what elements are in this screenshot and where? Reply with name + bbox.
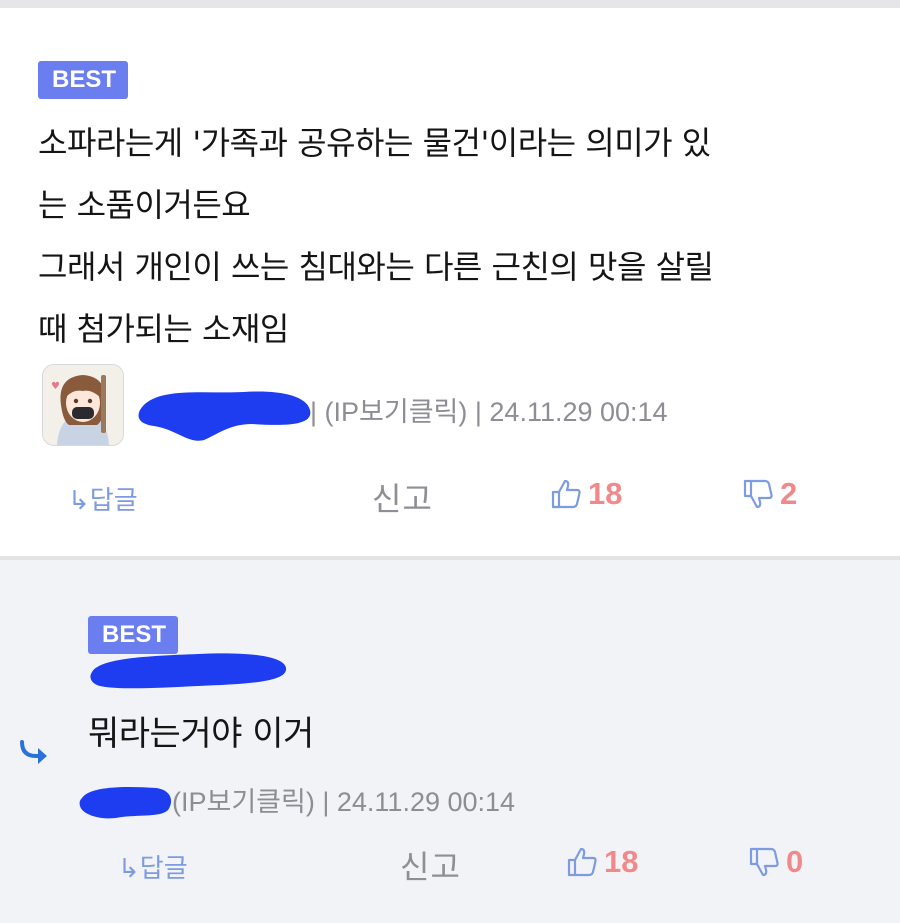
avatar[interactable]: ♥ — [42, 364, 124, 446]
dislike-count: 2 — [780, 476, 798, 511]
reply-actions: ↳답글 신고 18 0 — [0, 840, 900, 890]
like-button[interactable]: 18 — [550, 476, 622, 512]
thumbs-down-icon — [743, 479, 773, 509]
timestamp: | 24.11.29 00:14 — [474, 397, 668, 427]
comment-actions: ↳답글 신고 18 2 — [0, 474, 900, 524]
comment-line: 는 소품이거든요 — [38, 186, 251, 224]
comment-line: 소파라는게 '가족과 공유하는 물건'이라는 의미가 있 — [38, 124, 711, 162]
avatar-image: ♥ — [43, 365, 123, 445]
report-button[interactable]: 신고 — [400, 842, 461, 888]
reply-body: 뭐라는거야 이거 — [88, 714, 314, 754]
ip-view-link[interactable]: (IP보기클릭) — [172, 787, 315, 817]
redacted-username — [138, 391, 311, 441]
report-button[interactable]: 신고 — [372, 474, 433, 520]
dislike-button[interactable]: 2 — [742, 476, 797, 512]
thumbs-up-icon — [567, 847, 597, 877]
reply-meta: (IP보기클릭) | 24.11.29 00:14 — [172, 780, 515, 819]
top-divider — [0, 0, 900, 8]
thumbs-down-icon — [749, 847, 779, 877]
svg-text:♥: ♥ — [51, 381, 60, 392]
thumbs-up-icon — [551, 479, 581, 509]
reply-button[interactable]: ↳답글 — [118, 848, 188, 885]
best-comment: BEST 소파라는게 '가족과 공유하는 물건'이라는 의미가 있 는 소품이거… — [0, 8, 900, 556]
redacted-username — [90, 653, 287, 689]
best-reply: BEST 뭐라는거야 이거 (IP보기클릭) | 24.11.29 00:14 … — [0, 560, 900, 923]
like-button[interactable]: 18 — [566, 844, 638, 880]
dislike-button[interactable]: 0 — [748, 844, 803, 880]
timestamp: | 24.11.29 00:14 — [322, 787, 516, 817]
reply-arrow-icon — [20, 740, 47, 764]
comment-line: 때 첨가되는 소재임 — [38, 310, 289, 348]
reply-button[interactable]: ↳답글 — [68, 480, 138, 517]
best-badge: BEST — [38, 61, 128, 99]
like-count: 18 — [588, 476, 623, 511]
like-count: 18 — [604, 844, 639, 879]
comment-body: 소파라는게 '가족과 공유하는 물건'이라는 의미가 있 는 소품이거든요 그래… — [38, 112, 858, 360]
ip-view-link[interactable]: | (IP보기클릭) — [310, 397, 467, 427]
dislike-count: 0 — [786, 844, 804, 879]
comment-meta: | (IP보기클릭) | 24.11.29 00:14 — [310, 390, 668, 429]
redacted-username — [79, 787, 172, 819]
comment-line: 그래서 개인이 쓰는 침대와는 다른 근친의 맛을 살릴 — [38, 248, 714, 286]
